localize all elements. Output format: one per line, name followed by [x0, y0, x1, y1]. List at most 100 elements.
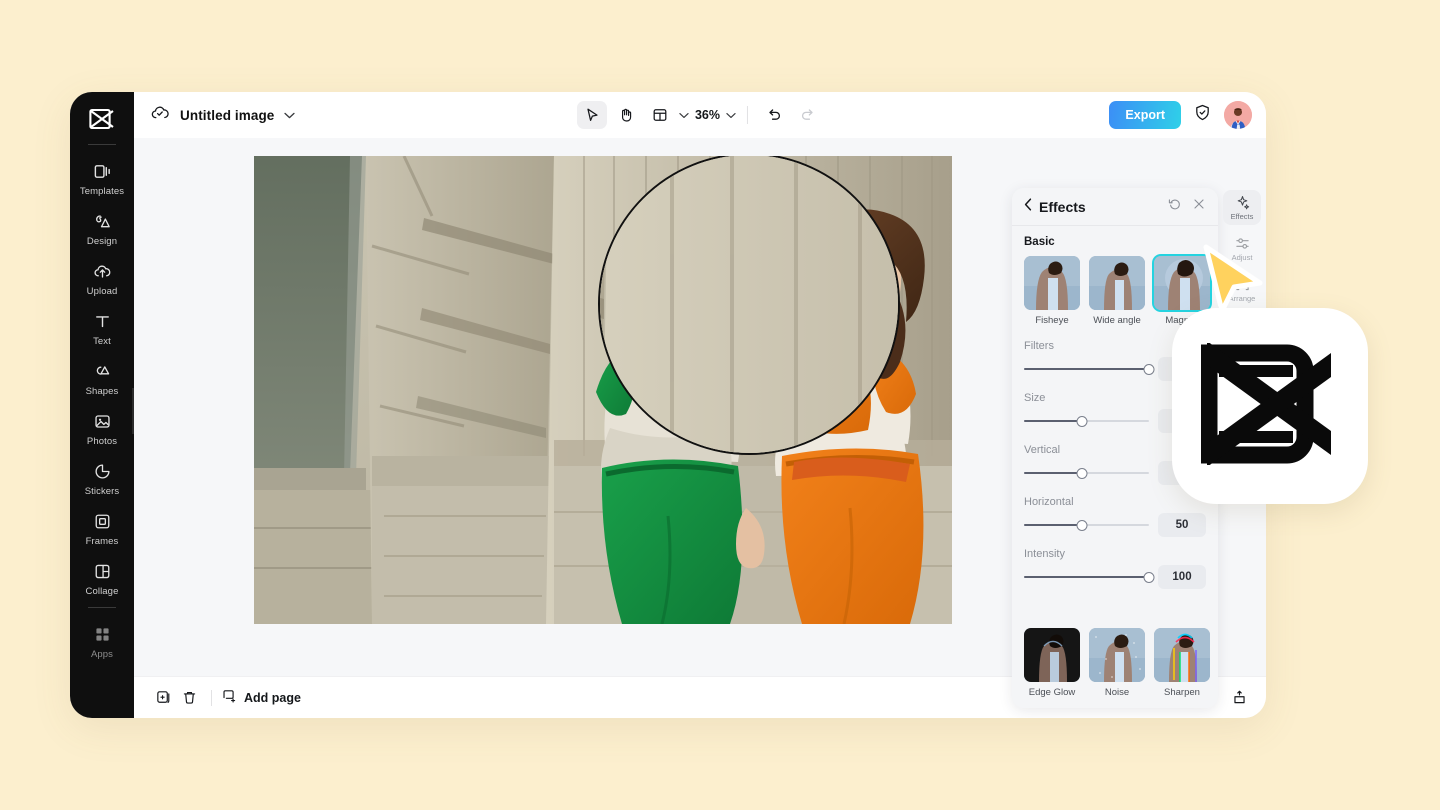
export-button[interactable]: Export: [1109, 101, 1181, 129]
effects-back-button[interactable]: Effects: [1024, 198, 1086, 216]
document-title-group[interactable]: Untitled image: [150, 103, 295, 128]
effect-fisheye[interactable]: Fisheye: [1024, 256, 1080, 326]
effect-label: Sharpen: [1154, 687, 1210, 698]
sidebar-item-design[interactable]: Design: [70, 203, 134, 253]
slider-value[interactable]: 100: [1158, 565, 1206, 589]
sidebar-item-label: Templates: [80, 186, 124, 197]
slider-label: Intensity: [1024, 548, 1206, 560]
stickers-icon: [91, 460, 113, 482]
sidebar-item-label: Text: [93, 336, 111, 347]
sidebar-item-photos[interactable]: Photos: [70, 403, 134, 453]
effect-thumb-image: [1154, 628, 1210, 682]
redo-button[interactable]: [793, 101, 823, 129]
photo-artboard[interactable]: [254, 156, 952, 624]
document-title[interactable]: Untitled image: [180, 108, 274, 123]
slider-horizontal: Horizontal 50: [1024, 496, 1206, 537]
avatar[interactable]: [1224, 101, 1252, 129]
sidebar-item-label: Apps: [91, 649, 113, 660]
effect-edge-glow[interactable]: Edge Glow: [1024, 628, 1080, 698]
basic-effects-row: Fisheye: [1024, 256, 1206, 326]
bottombar-divider: [211, 690, 212, 706]
effect-label: Edge Glow: [1024, 687, 1080, 698]
shapes-icon: [91, 360, 113, 382]
effect-label: Fisheye: [1024, 315, 1080, 326]
center-tools: 36%: [577, 92, 823, 138]
magnified-photo: [598, 156, 900, 455]
design-icon: [91, 210, 113, 232]
chevron-down-icon[interactable]: [284, 106, 295, 124]
canvas-area[interactable]: Effects Adjust Arrange Opacity: [134, 138, 1266, 676]
duplicate-page-button[interactable]: [150, 685, 176, 711]
slider-track[interactable]: [1024, 466, 1149, 480]
templates-icon: [91, 160, 113, 182]
slider-track[interactable]: [1024, 570, 1149, 584]
workspace: Effects Adjust Arrange Opacity: [134, 138, 1266, 676]
capcut-logo-card: [1172, 308, 1368, 504]
add-page-icon: [221, 688, 237, 707]
effect-noise[interactable]: Noise: [1089, 628, 1145, 698]
slider-track[interactable]: [1024, 414, 1149, 428]
effects-header-actions: [1168, 197, 1206, 216]
effects-section-title: Basic: [1024, 236, 1206, 248]
sidebar-item-apps[interactable]: Apps: [70, 616, 134, 666]
effect-thumb-image: [1089, 628, 1145, 682]
more-effects-row: Edge Glow: [1012, 624, 1218, 708]
shield-check-icon[interactable]: [1193, 103, 1212, 127]
sidebar-item-label: Collage: [86, 586, 119, 597]
sidebar-item-label: Stickers: [85, 486, 120, 497]
topbar-right: Export: [1109, 101, 1252, 129]
top-toolbar: Untitled image: [134, 92, 1266, 138]
main-area: Untitled image: [134, 92, 1266, 718]
sidebar-item-text[interactable]: Text: [70, 303, 134, 353]
sidebar-item-frames[interactable]: Frames: [70, 503, 134, 553]
sidebar-item-label: Upload: [87, 286, 118, 297]
left-sidebar: Templates Design Upload Text: [70, 92, 134, 718]
undo-button[interactable]: [759, 101, 789, 129]
pointer-cursor: [1200, 243, 1266, 322]
slider-track[interactable]: [1024, 518, 1149, 532]
close-icon[interactable]: [1192, 197, 1206, 216]
reset-icon[interactable]: [1168, 197, 1182, 216]
sidebar-item-upload[interactable]: Upload: [70, 253, 134, 303]
effects-panel-header: Effects: [1012, 188, 1218, 226]
effect-thumb-image: [1024, 628, 1080, 682]
upload-cloud-icon: [91, 260, 113, 282]
zoom-level[interactable]: 36%: [693, 108, 722, 122]
sidebar-item-shapes[interactable]: Shapes: [70, 353, 134, 403]
sidebar-item-templates[interactable]: Templates: [70, 153, 134, 203]
sidebar-item-stickers[interactable]: Stickers: [70, 453, 134, 503]
effect-thumb-image: [1089, 256, 1145, 310]
sidebar-item-collage[interactable]: Collage: [70, 553, 134, 603]
slider-track[interactable]: [1024, 362, 1149, 376]
export-tray-button[interactable]: [1226, 685, 1252, 711]
tab-effects[interactable]: Effects: [1223, 190, 1261, 225]
sidebar-item-label: Design: [87, 236, 117, 247]
screen: Templates Design Upload Text: [0, 0, 1440, 810]
effects-panel-title: Effects: [1039, 199, 1086, 215]
capcut-logo-icon: [1201, 343, 1339, 470]
hand-tool[interactable]: [611, 101, 641, 129]
effect-sharpen[interactable]: Sharpen: [1154, 628, 1210, 698]
sidebar-item-label: Shapes: [86, 386, 119, 397]
capcut-logo-icon[interactable]: [85, 104, 119, 134]
zoom-chevron-down-icon[interactable]: [726, 106, 736, 124]
text-icon: [91, 310, 113, 332]
sidebar-item-label: Photos: [87, 436, 117, 447]
slider-value[interactable]: 50: [1158, 513, 1206, 537]
sidebar-divider: [88, 144, 116, 145]
layout-tool[interactable]: [645, 101, 675, 129]
magnify-lens-overlay[interactable]: [598, 156, 900, 455]
collage-icon: [91, 560, 113, 582]
photos-icon: [91, 410, 113, 432]
select-tool[interactable]: [577, 101, 607, 129]
sidebar-divider-2: [88, 607, 116, 608]
tab-label: Effects: [1231, 212, 1254, 221]
slider-label: Horizontal: [1024, 496, 1206, 508]
delete-page-button[interactable]: [176, 685, 202, 711]
cloud-saved-icon: [150, 103, 170, 128]
frames-icon: [91, 510, 113, 532]
layout-chevron-down-icon[interactable]: [679, 106, 689, 124]
add-page-button[interactable]: Add page: [221, 688, 301, 707]
app-window: Templates Design Upload Text: [70, 92, 1266, 718]
effect-wide-angle[interactable]: Wide angle: [1089, 256, 1145, 326]
